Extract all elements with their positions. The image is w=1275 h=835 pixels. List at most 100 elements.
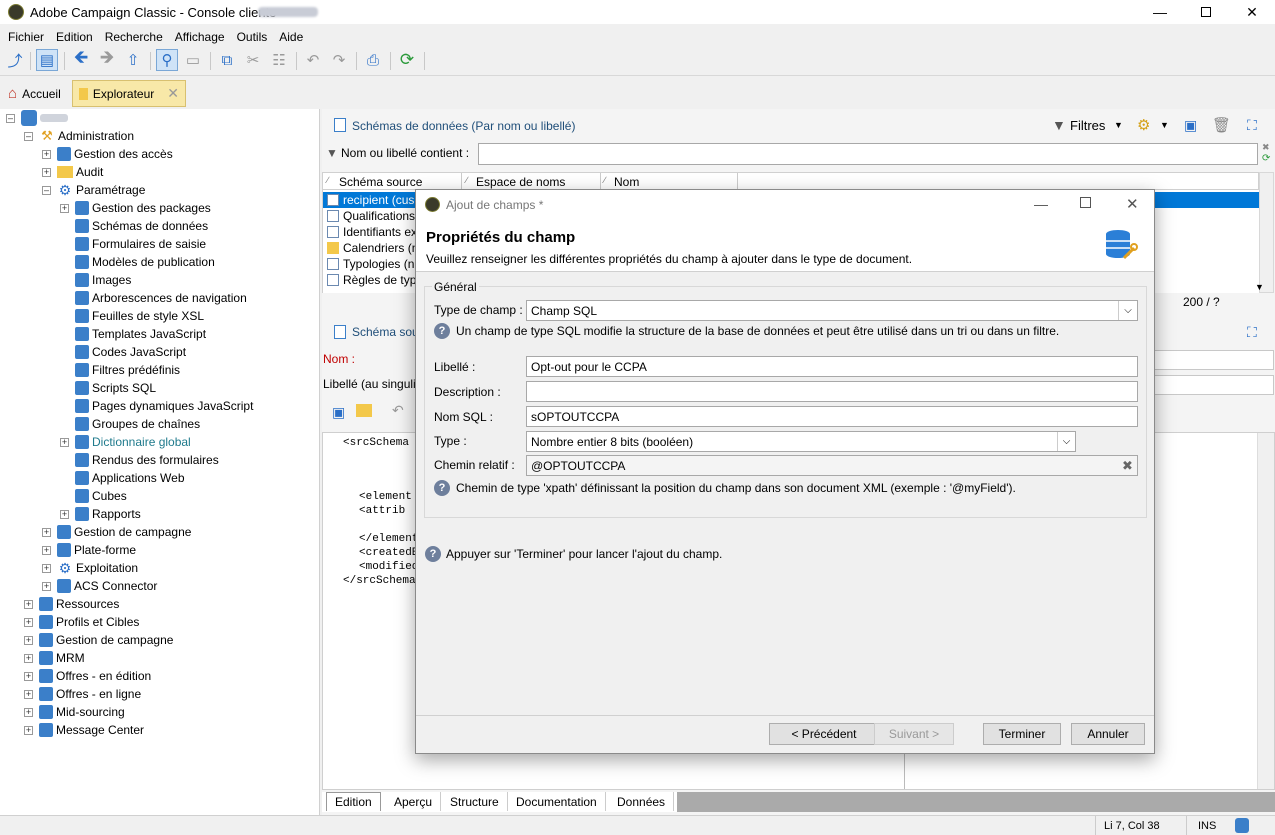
expand-icon[interactable]: +: [24, 707, 33, 717]
tree-item[interactable]: + Ressources: [24, 595, 119, 613]
new-gear-icon[interactable]: ⚙: [1137, 116, 1150, 134]
minimize-button[interactable]: —: [1137, 0, 1183, 24]
cut-icon[interactable]: ✂: [244, 51, 262, 69]
tree-item[interactable]: + Mid-sourcing: [24, 703, 125, 721]
explorer-toggle-icon[interactable]: ▤: [36, 49, 58, 71]
collapse-icon[interactable]: –: [42, 185, 51, 195]
description-input[interactable]: [526, 381, 1138, 402]
tree-item[interactable]: + Gestion des accès: [42, 145, 173, 163]
filters-dropdown-icon[interactable]: ▼: [1114, 120, 1123, 130]
tree-item[interactable]: + Gestion de campagne: [24, 631, 173, 649]
expand-icon[interactable]: +: [24, 617, 33, 627]
menu-affichage[interactable]: Affichage: [169, 26, 231, 46]
add-element-icon[interactable]: ▣: [332, 404, 345, 421]
tab-edition[interactable]: Edition: [326, 792, 381, 811]
menu-recherche[interactable]: Recherche: [99, 26, 169, 46]
expand-icon[interactable]: +: [60, 203, 69, 213]
tree-item[interactable]: + Profils et Cibles: [24, 613, 139, 631]
col-name[interactable]: Nom: [614, 175, 639, 189]
tree-item[interactable]: + Gestion de campagne: [42, 523, 191, 541]
forward-icon[interactable]: 🡺: [98, 47, 116, 69]
expand-icon[interactable]: +: [24, 635, 33, 645]
scroll-end-icon[interactable]: ▼: [1255, 282, 1264, 292]
search-icon[interactable]: ⚲: [156, 49, 178, 71]
col-source-schema[interactable]: Schéma source: [339, 175, 422, 189]
list-item[interactable]: Identifiants ex: [323, 224, 423, 240]
cancel-button[interactable]: Annuler: [1071, 723, 1145, 745]
maximize-section-icon[interactable]: ⛶: [1247, 324, 1257, 341]
editor-scrollbar[interactable]: [1257, 433, 1274, 789]
expand-icon[interactable]: +: [42, 527, 51, 537]
close-button[interactable]: ✕: [1229, 0, 1275, 24]
redo-icon[interactable]: ↷: [330, 51, 348, 69]
tree-item[interactable]: + Message Center: [24, 721, 144, 739]
tree-item[interactable]: + Offres - en édition: [24, 667, 151, 685]
undo-editor-icon[interactable]: ↶: [392, 402, 404, 419]
tree-item[interactable]: + Plate-forme: [42, 541, 136, 559]
open-folder-icon[interactable]: [356, 404, 372, 417]
tree-item[interactable]: Pages dynamiques JavaScript: [60, 397, 253, 415]
expand-icon[interactable]: +: [42, 167, 51, 177]
filter-input[interactable]: [478, 143, 1258, 165]
tree-item[interactable]: Feuilles de style XSL: [60, 307, 204, 325]
tab-apercu[interactable]: Aperçu: [386, 792, 442, 811]
tree-item[interactable]: Groupes de chaînes: [60, 415, 200, 433]
clear-path-icon[interactable]: ✖: [1118, 456, 1137, 475]
tree-item[interactable]: + Gestion des packages: [60, 199, 211, 217]
tree-item[interactable]: + Dictionnaire global: [60, 433, 191, 451]
folder-icon[interactable]: ▭: [184, 51, 202, 69]
tab-donnees[interactable]: Données: [609, 792, 675, 811]
tree-item[interactable]: Rendus des formulaires: [60, 451, 219, 469]
expand-icon[interactable]: +: [42, 563, 51, 573]
collapse-icon[interactable]: –: [6, 113, 15, 123]
singular-field[interactable]: [1150, 375, 1274, 395]
delete-icon[interactable]: 🗑: [1212, 116, 1231, 134]
tree-item[interactable]: Codes JavaScript: [60, 343, 186, 361]
dialog-minimize-button[interactable]: —: [1034, 196, 1048, 212]
menu-outils[interactable]: Outils: [231, 26, 274, 46]
tab-home[interactable]: ⌂ Accueil: [2, 80, 67, 107]
new-schema-icon[interactable]: ▣: [1184, 117, 1197, 134]
menu-fichier[interactable]: Fichier: [2, 26, 50, 46]
type-dropdown-icon[interactable]: ⌵: [1057, 432, 1075, 451]
menu-edition[interactable]: Edition: [50, 26, 99, 46]
tree-item[interactable]: Cubes: [60, 487, 127, 505]
list-item[interactable]: Typologies (n: [323, 256, 423, 272]
tree-item[interactable]: Filtres prédéfinis: [60, 361, 180, 379]
maximize-button[interactable]: [1183, 0, 1229, 24]
finish-button[interactable]: Terminer: [983, 723, 1061, 745]
col-namespace[interactable]: Espace de noms: [476, 175, 565, 189]
tree-item[interactable]: Images: [60, 271, 131, 289]
tree-item[interactable]: + ⚙ Exploitation: [42, 559, 138, 577]
next-button[interactable]: Suivant >: [874, 723, 954, 745]
expand-icon[interactable]: +: [42, 581, 51, 591]
tree-item[interactable]: Modèles de publication: [60, 253, 215, 271]
sqlname-input[interactable]: sOPTOUTCCPA: [526, 406, 1138, 427]
refresh-filter-icon[interactable]: ⟳: [1262, 153, 1270, 164]
maximize-panel-icon[interactable]: ⛶: [1247, 117, 1257, 134]
list-item[interactable]: Calendriers (n: [323, 240, 423, 256]
tree-item[interactable]: Applications Web: [60, 469, 185, 487]
expand-icon[interactable]: +: [42, 149, 51, 159]
undo-icon[interactable]: ↶: [304, 51, 322, 69]
tree-root[interactable]: –: [6, 109, 68, 127]
tree-item[interactable]: + Audit: [42, 163, 103, 181]
paste-icon[interactable]: ☷: [270, 51, 288, 69]
tree-item[interactable]: Scripts SQL: [60, 379, 156, 397]
tree-item[interactable]: Schémas de données: [60, 217, 208, 235]
expand-icon[interactable]: +: [60, 437, 69, 447]
back-icon[interactable]: 🡸: [72, 47, 90, 69]
expand-icon[interactable]: +: [60, 509, 69, 519]
tree-item[interactable]: + Offres - en ligne: [24, 685, 141, 703]
tab-explorer[interactable]: Explorateur ✕: [72, 80, 186, 107]
tree-item[interactable]: Arborescences de navigation: [60, 289, 247, 307]
tree-item[interactable]: + Rapports: [60, 505, 141, 523]
new-dropdown-icon[interactable]: ▼: [1160, 120, 1169, 130]
expand-icon[interactable]: +: [42, 545, 51, 555]
list-item[interactable]: recipient (cus: [323, 192, 423, 208]
type-select[interactable]: Nombre entier 8 bits (booléen): [526, 431, 1076, 452]
tree-item[interactable]: + ACS Connector: [42, 577, 157, 595]
dialog-close-button[interactable]: ✕: [1126, 195, 1139, 213]
label-input[interactable]: Opt-out pour le CCPA: [526, 356, 1138, 377]
close-tab-icon[interactable]: ✕: [167, 85, 179, 102]
